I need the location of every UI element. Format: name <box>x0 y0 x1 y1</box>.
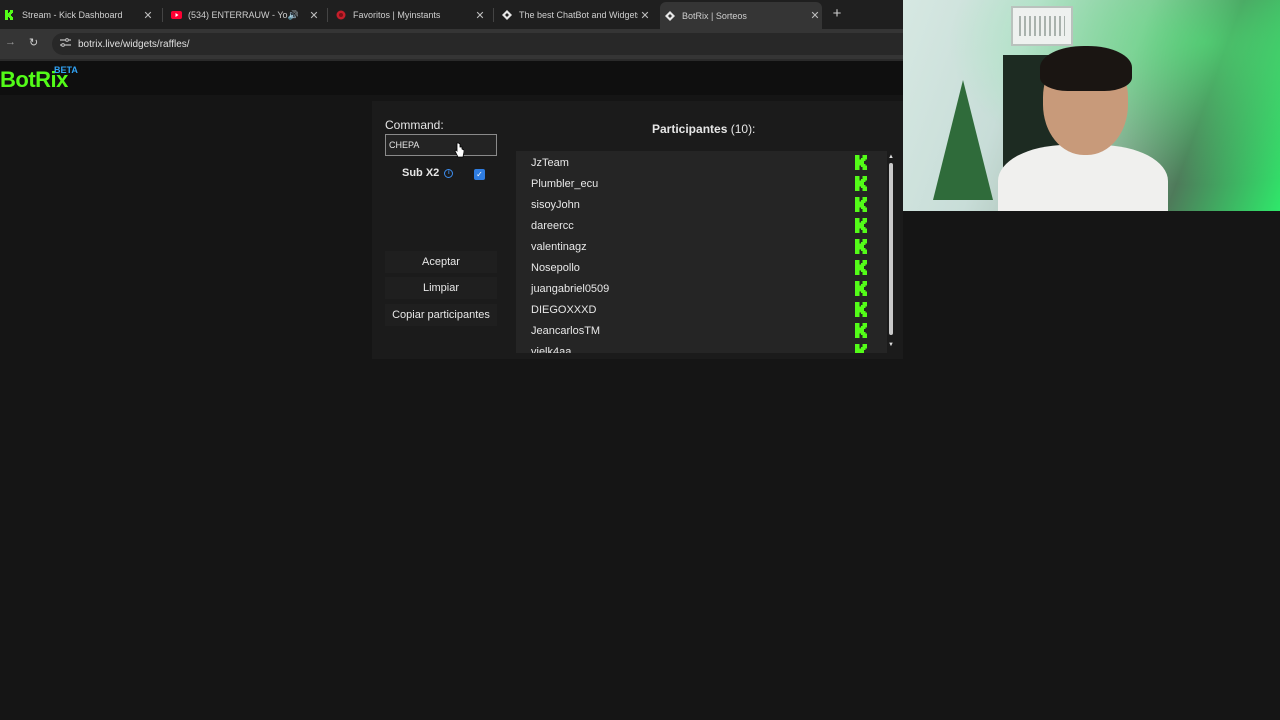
command-input[interactable] <box>385 134 497 156</box>
participant-row: sisoyJohn <box>516 194 871 215</box>
participant-row: Plumbler_ecu <box>516 173 871 194</box>
participant-name: vielk4aa <box>531 345 572 354</box>
scrollbar-thumb[interactable] <box>889 163 893 335</box>
kick-icon <box>855 302 867 317</box>
participants-title: Participantes (10): <box>652 122 755 136</box>
tab-divider <box>162 8 163 22</box>
kick-icon <box>855 239 867 254</box>
participant-row: Nosepollo <box>516 257 871 278</box>
participant-name: DIEGOXXXD <box>531 303 597 316</box>
participant-name: valentinagz <box>531 240 587 253</box>
raffle-panel: Command: Sub X2 i ✓ Aceptar Limpiar Copi… <box>372 101 903 359</box>
kick-icon <box>855 260 867 275</box>
site-navbar: BotRix BETA <box>0 61 903 95</box>
tab-kick-dashboard[interactable]: Stream - Kick Dashboard ✕ <box>0 4 155 26</box>
botrix-icon <box>501 9 513 21</box>
tab-botrix-sorteos[interactable]: BotRix | Sorteos ✕ <box>660 2 822 29</box>
browser-tab-bar: Stream - Kick Dashboard ✕ (534) ENTERRAU… <box>0 0 903 29</box>
kick-icon <box>855 323 867 338</box>
participant-name: sisoyJohn <box>531 198 580 211</box>
close-icon[interactable]: ✕ <box>307 9 321 22</box>
clear-button[interactable]: Limpiar <box>385 277 497 299</box>
sub-x2-checkbox[interactable]: ✓ <box>474 169 485 180</box>
tab-chatbot[interactable]: The best ChatBot and Widgets ✕ <box>497 4 652 26</box>
participant-name: JeancarlosTM <box>531 324 601 337</box>
site-settings-icon[interactable] <box>60 37 72 51</box>
address-bar: → ↻ botrix.live/widgets/raffles/ <box>0 29 903 59</box>
new-tab-button[interactable]: + <box>829 5 845 23</box>
sub-x2-row: Sub X2 i <box>402 167 454 179</box>
participant-row: JeancarlosTM <box>516 320 871 341</box>
tab-divider <box>493 8 494 22</box>
participants-list[interactable]: JzTeam Plumbler_ecu sisoyJohn dareercc valen… <box>516 151 887 353</box>
url-text: botrix.live/widgets/raffles/ <box>78 38 190 50</box>
participants-count: (10): <box>730 122 756 136</box>
streamer <box>998 46 1168 211</box>
tab-title: (534) ENTERRAUW - YouTube <box>188 10 288 20</box>
kick-icon <box>855 281 867 296</box>
speaker-icon[interactable]: 🔊 <box>288 10 299 21</box>
info-icon[interactable]: i <box>444 168 454 178</box>
scroll-down-icon[interactable]: ▼ <box>888 342 894 348</box>
close-icon[interactable]: ✕ <box>638 9 652 22</box>
participant-row: valentinagz <box>516 236 871 257</box>
participant-name: juangabriel0509 <box>531 282 610 295</box>
tab-divider <box>327 8 328 22</box>
forward-icon[interactable]: → <box>5 36 16 48</box>
tab-title: Stream - Kick Dashboard <box>22 10 123 20</box>
reload-icon[interactable]: ↻ <box>29 36 38 49</box>
page-content: BotRix BETA Command: Sub X2 i ✓ Aceptar … <box>0 61 903 720</box>
participant-row: DIEGOXXXD <box>516 299 871 320</box>
accept-button[interactable]: Aceptar <box>385 251 497 273</box>
participant-row: dareercc <box>516 215 871 236</box>
kick-icon <box>4 9 16 21</box>
webcam-overlay <box>903 0 1280 211</box>
participant-name: dareercc <box>531 219 574 232</box>
botrix-icon <box>664 10 676 22</box>
air-conditioner <box>1011 6 1073 46</box>
close-icon[interactable]: ✕ <box>473 9 487 22</box>
participant-name: JzTeam <box>531 156 569 169</box>
scroll-up-icon[interactable]: ▲ <box>888 154 894 160</box>
streamer-hair <box>1040 46 1132 91</box>
participants-heading: Participantes <box>652 122 728 136</box>
close-icon[interactable]: ✕ <box>808 9 822 22</box>
participant-row: JzTeam <box>516 152 871 173</box>
tab-title: Favoritos | Myinstants <box>353 10 441 20</box>
kick-icon <box>855 176 867 191</box>
myinstants-icon <box>335 9 347 21</box>
tab-myinstants[interactable]: Favoritos | Myinstants ✕ <box>331 4 487 26</box>
kick-icon <box>855 344 867 353</box>
copy-participants-button[interactable]: Copiar participantes <box>385 304 497 326</box>
participant-name: Nosepollo <box>531 261 580 274</box>
omnibox[interactable]: botrix.live/widgets/raffles/ <box>52 33 903 55</box>
youtube-icon <box>170 9 182 21</box>
kick-icon <box>855 155 867 170</box>
command-label: Command: <box>385 118 444 132</box>
kick-icon <box>855 197 867 212</box>
hand-cursor-icon <box>454 142 464 158</box>
participant-name: Plumbler_ecu <box>531 177 599 190</box>
participant-row: vielk4aa <box>516 341 871 353</box>
scrollbar[interactable]: ▲ ▼ <box>888 154 896 352</box>
christmas-tree <box>933 80 993 200</box>
close-icon[interactable]: ✕ <box>141 9 155 22</box>
tab-youtube[interactable]: (534) ENTERRAUW - YouTube 🔊 ✕ <box>166 4 321 26</box>
beta-badge: BETA <box>54 65 78 75</box>
participant-row: juangabriel0509 <box>516 278 871 299</box>
tab-title: The best ChatBot and Widgets <box>519 10 638 20</box>
sub-x2-label: Sub X2 <box>402 167 440 179</box>
kick-icon <box>855 218 867 233</box>
tab-title: BotRix | Sorteos <box>682 10 747 21</box>
